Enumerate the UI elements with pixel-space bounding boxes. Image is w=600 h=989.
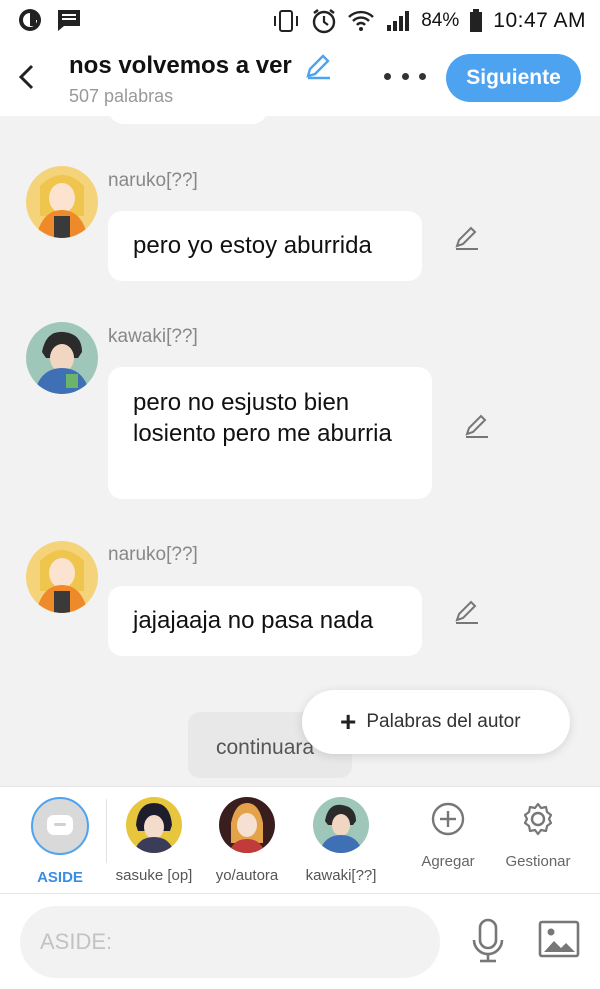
- message-author: naruko[??]: [108, 170, 198, 191]
- manage-characters-button[interactable]: Gestionar: [500, 801, 576, 870]
- more-options-button[interactable]: [384, 66, 426, 86]
- image-icon[interactable]: [538, 920, 580, 958]
- dot-icon: [384, 72, 391, 80]
- character-kawaki[interactable]: kawaki[??]: [300, 797, 382, 884]
- gear-icon: [523, 802, 553, 836]
- character-sasuke[interactable]: sasuke [op]: [112, 797, 196, 884]
- next-button[interactable]: Siguiente: [446, 54, 581, 102]
- avatar: [126, 797, 182, 853]
- avatar: [219, 797, 275, 853]
- character-label: ASIDE: [37, 869, 83, 886]
- avatar-naruko[interactable]: [26, 166, 98, 238]
- story-title[interactable]: nos volvemos a ver: [69, 52, 292, 80]
- word-count: 507 palabras: [69, 86, 174, 106]
- manage-label: Gestionar: [505, 853, 571, 870]
- message-author: kawaki[??]: [108, 326, 198, 347]
- author-words-button[interactable]: + Palabras del autor: [302, 690, 570, 754]
- add-character-button[interactable]: Agregar: [412, 801, 484, 870]
- battery-icon: [470, 9, 483, 32]
- plus-icon: +: [340, 706, 357, 737]
- battery-percent: 84%: [421, 10, 460, 31]
- editor-header: nos volvemos a ver 507 palabras Siguient…: [0, 40, 600, 116]
- add-label: Agregar: [421, 853, 475, 870]
- status-bar: 84% 10:47 AM: [0, 0, 600, 40]
- pencil-icon[interactable]: [304, 52, 332, 80]
- back-arrow-icon[interactable]: [14, 62, 40, 92]
- character-label: yo/autora: [215, 867, 279, 884]
- character-aside[interactable]: ASIDE: [30, 797, 90, 886]
- message-bubble[interactable]: pero no esjusto bien losiento pero me ab…: [108, 367, 432, 499]
- character-yo-autora[interactable]: yo/autora: [206, 797, 288, 884]
- message-icon: [58, 10, 80, 31]
- aside-input[interactable]: [20, 906, 440, 978]
- avatar: [313, 797, 369, 853]
- dot-icon: [419, 72, 426, 80]
- microphone-icon[interactable]: [470, 918, 506, 964]
- composer-bar: [0, 894, 600, 989]
- add-circle-icon: [431, 802, 465, 836]
- message-author: naruko[??]: [108, 544, 198, 565]
- wifi-icon: [348, 10, 375, 31]
- continue-text: continuara: [216, 736, 315, 759]
- speech-bubble-icon: [47, 815, 73, 835]
- character-bar: ASIDE sasuke [op] yo/autora kawaki[??] A…: [0, 786, 600, 894]
- message-bubble[interactable]: pero yo estoy aburrida: [108, 211, 422, 281]
- divider: [106, 799, 107, 863]
- signal-icon: [387, 11, 410, 31]
- pencil-icon[interactable]: [463, 412, 491, 440]
- author-words-label: Palabras del autor: [366, 711, 521, 732]
- character-label: sasuke [op]: [115, 867, 193, 884]
- character-label: kawaki[??]: [305, 867, 377, 884]
- alarm-icon: [313, 9, 336, 34]
- message-bubble[interactable]: jajajaaja no pasa nada: [108, 586, 422, 656]
- pencil-icon[interactable]: [453, 598, 481, 626]
- vibrate-icon: [274, 10, 299, 32]
- avatar-kawaki[interactable]: [26, 322, 98, 394]
- chat-area[interactable]: naruko[??] pero yo estoy aburrida kawaki…: [0, 116, 600, 786]
- app-notification-icon: [19, 9, 41, 31]
- pencil-icon[interactable]: [453, 224, 481, 252]
- dot-icon: [401, 72, 409, 80]
- previous-message-bubble[interactable]: [108, 116, 268, 124]
- clock: 10:47 AM: [493, 9, 586, 32]
- aside-avatar: [31, 797, 89, 855]
- avatar-naruko[interactable]: [26, 541, 98, 613]
